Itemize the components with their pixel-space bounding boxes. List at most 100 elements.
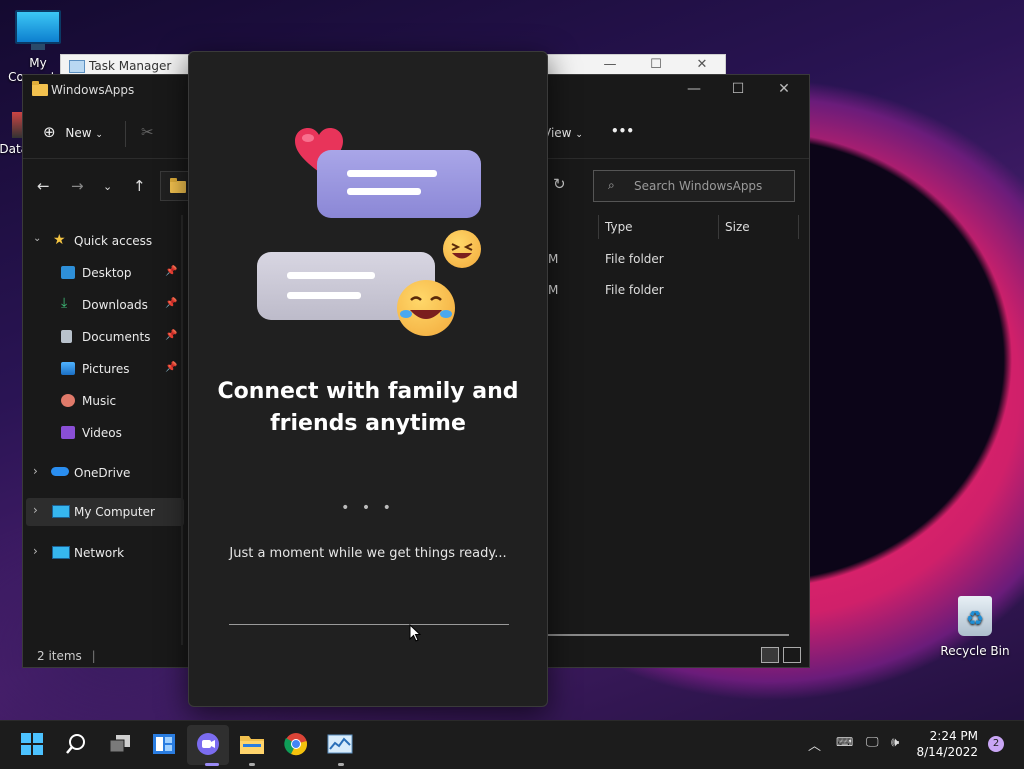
sidebar-item-downloads[interactable]: ⤓ Downloads 📌 <box>23 291 181 319</box>
sidebar-item-quick-access[interactable]: ⌄ ★ Quick access <box>23 227 181 255</box>
taskbar: ︿ ⌨ 🖵 🕪 2:24 PM 8/14/2022 2 <box>0 720 1024 769</box>
new-button[interactable]: ⊕ New ⌄ <box>43 123 103 141</box>
pin-icon[interactable]: 📌 <box>165 330 177 341</box>
sidebar-item-pictures[interactable]: Pictures 📌 <box>23 355 181 383</box>
sidebar-item-onedrive[interactable]: › OneDrive <box>23 459 181 487</box>
column-header-size[interactable]: Size <box>725 220 750 234</box>
pictures-icon <box>61 362 75 375</box>
folder-icon <box>32 81 48 99</box>
task-manager-taskbar-button[interactable] <box>327 731 353 757</box>
details-view-button[interactable] <box>761 647 779 663</box>
cloud-icon <box>51 467 69 476</box>
search-icon: ⌕ <box>608 178 615 192</box>
row-date-cell: M <box>548 252 559 266</box>
sidebar-item-videos[interactable]: Videos <box>23 419 181 447</box>
window-title: Task Manager <box>89 59 172 73</box>
close-button[interactable]: ✕ <box>691 57 713 72</box>
row-date-cell: M <box>548 283 559 297</box>
refresh-icon[interactable]: ↻ <box>553 175 566 193</box>
music-icon <box>61 394 75 407</box>
mouse-cursor-icon <box>409 624 421 642</box>
search-input[interactable]: ⌕ Search WindowsApps <box>593 170 795 202</box>
recycle-bin-icon: ♻ <box>958 596 992 636</box>
dialog-headline: Connect with family and friends anytime <box>217 379 519 436</box>
download-icon: ⤓ <box>61 295 68 311</box>
widgets-icon <box>153 734 175 754</box>
chevron-right-icon: › <box>33 464 38 478</box>
show-hidden-icons-chevron-icon[interactable]: ︿ <box>808 735 821 754</box>
tears-of-joy-emoji-icon <box>397 280 455 336</box>
keyboard-icon[interactable]: ⌨ <box>836 735 853 749</box>
search-icon <box>66 734 85 754</box>
plus-circle-icon: ⊕ <box>43 123 56 141</box>
system-clock[interactable]: 2:24 PM 8/14/2022 <box>916 728 978 760</box>
clock-date: 8/14/2022 <box>916 745 978 759</box>
horizontal-scrollbar[interactable] <box>543 634 789 636</box>
teams-setup-dialog[interactable]: Connect with family and friends anytime … <box>188 51 548 707</box>
sidebar-item-my-computer[interactable]: › My Computer <box>26 498 184 526</box>
maximize-button[interactable]: ☐ <box>723 81 753 97</box>
chevron-down-icon: ⌄ <box>33 233 42 244</box>
loading-progress-bar <box>229 624 509 625</box>
up-arrow-icon[interactable]: ↑ <box>133 177 146 195</box>
sidebar-item-documents[interactable]: Documents 📌 <box>23 323 181 351</box>
chevron-down-icon: ⌄ <box>575 130 583 140</box>
chevron-right-icon: › <box>33 544 38 558</box>
videos-icon <box>61 426 75 439</box>
desktop-icon <box>61 266 75 279</box>
recent-locations-chevron-icon[interactable]: ⌄ <box>103 180 112 193</box>
window-title: WindowsApps <box>51 83 135 97</box>
task-manager-icon <box>69 60 85 73</box>
clock-time: 2:24 PM <box>929 729 978 743</box>
sidebar-item-desktop[interactable]: Desktop 📌 <box>23 259 181 287</box>
pin-icon[interactable]: 📌 <box>165 362 177 373</box>
maximize-button[interactable]: ☐ <box>645 57 667 72</box>
minimize-button[interactable]: — <box>599 57 621 72</box>
start-button[interactable] <box>19 731 45 757</box>
forward-arrow-icon[interactable]: → <box>71 177 84 195</box>
chrome-icon <box>284 733 307 756</box>
pin-icon[interactable]: 📌 <box>165 266 177 277</box>
network-status-icon[interactable]: 🖵 <box>866 735 879 750</box>
search-button[interactable] <box>63 731 89 757</box>
network-icon <box>52 546 70 559</box>
file-explorer-button[interactable] <box>239 731 265 757</box>
close-button[interactable]: ✕ <box>769 81 799 97</box>
sidebar-item-network[interactable]: › Network <box>23 539 181 567</box>
row-type-cell: File folder <box>605 252 664 266</box>
chevron-down-icon: ⌄ <box>95 130 103 140</box>
minimize-button[interactable]: — <box>679 81 709 97</box>
column-header-type[interactable]: Type <box>605 220 633 234</box>
sidebar-item-music[interactable]: Music <box>23 387 181 415</box>
document-icon <box>61 330 72 343</box>
windows-logo-icon <box>21 733 43 755</box>
desktop-icon-label: Recycle Bin <box>940 644 1010 658</box>
pin-icon[interactable]: 📌 <box>165 298 177 309</box>
loading-dots: • • • <box>341 500 395 516</box>
more-options-button[interactable]: ••• <box>611 124 634 138</box>
back-arrow-icon[interactable]: ← <box>37 177 50 195</box>
folder-icon <box>240 736 264 754</box>
widgets-button[interactable] <box>151 731 177 757</box>
desktop-icon-recycle-bin[interactable]: ♻ Recycle Bin <box>935 596 1015 658</box>
loading-message: Just a moment while we get things ready.… <box>229 546 507 561</box>
chrome-button[interactable] <box>283 731 309 757</box>
chat-bubble-illustration <box>317 150 481 218</box>
teams-chat-button[interactable] <box>195 731 221 757</box>
sidebar-scrollbar[interactable] <box>181 215 183 645</box>
task-manager-icon <box>327 734 353 754</box>
row-type-cell: File folder <box>605 283 664 297</box>
chevron-right-icon: › <box>33 503 38 517</box>
notification-badge[interactable]: 2 <box>988 736 1004 752</box>
task-view-button[interactable] <box>107 731 133 757</box>
large-icons-view-button[interactable] <box>783 647 801 663</box>
star-icon: ★ <box>53 232 66 248</box>
folder-icon <box>170 178 186 193</box>
view-button[interactable]: View ⌄ <box>543 126 583 140</box>
laughing-emoji-icon <box>443 230 481 268</box>
computer-icon <box>15 10 61 44</box>
computer-icon <box>52 505 70 518</box>
cut-icon[interactable]: ✂ <box>141 123 154 141</box>
volume-icon[interactable]: 🕪 <box>891 735 899 750</box>
teams-chat-icon <box>197 733 219 755</box>
